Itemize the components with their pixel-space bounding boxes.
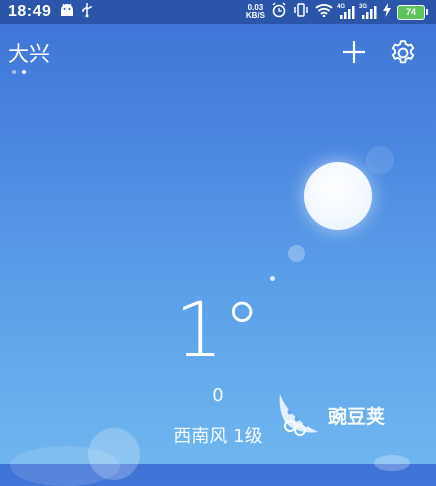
decor-bubble <box>366 146 394 174</box>
wifi-icon <box>315 3 333 21</box>
add-city-button[interactable] <box>340 38 368 66</box>
gear-icon <box>391 40 415 64</box>
battery-level: 74 <box>397 4 425 20</box>
settings-button[interactable] <box>388 38 418 68</box>
battery-indicator: 74 <box>397 4 428 20</box>
usb-icon <box>81 2 93 22</box>
decor-bubble <box>270 276 275 281</box>
plus-icon <box>343 41 365 63</box>
alarm-icon <box>271 2 287 22</box>
charging-icon <box>383 3 391 21</box>
wandoujia-watermark: 豌豆荚 <box>276 392 385 438</box>
signal-icon-4g: 4G <box>337 4 355 19</box>
city-name[interactable]: 大兴 <box>8 38 50 68</box>
decor-bubble <box>288 245 305 262</box>
page-dot-active <box>22 70 26 74</box>
pea-pod-logo-icon <box>279 394 318 436</box>
page-dot <box>12 70 16 74</box>
vibrate-icon <box>293 2 309 22</box>
temperature: 1° <box>174 285 262 374</box>
signal-icon-3g: 3G <box>359 4 377 19</box>
status-time: 18:49 <box>8 3 52 20</box>
sun-icon <box>304 162 372 230</box>
status-bar: 18:49 0.03 KB/S 4G 3G 74 <box>0 0 436 24</box>
network-speed: 0.03 KB/S <box>245 3 265 20</box>
watermark-text: 豌豆荚 <box>328 405 386 428</box>
decor-bubble <box>374 455 410 471</box>
android-icon <box>59 3 75 21</box>
page-indicator <box>12 70 26 74</box>
